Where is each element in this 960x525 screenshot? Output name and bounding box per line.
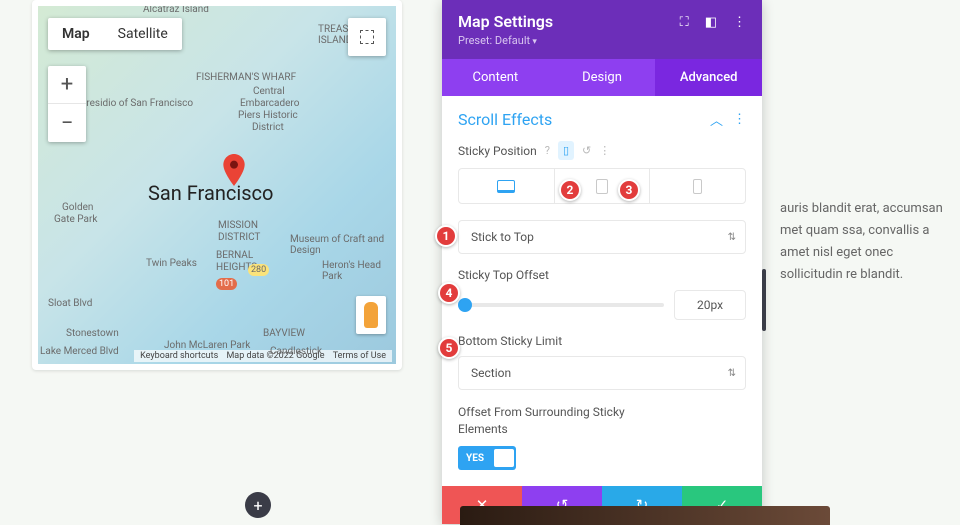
- offset-surrounding-label: Offset From Surrounding Sticky Elements: [458, 404, 628, 438]
- map-attribution: Keyboard shortcuts Map data ©2022 Google…: [134, 350, 392, 362]
- section-menu-icon[interactable]: ⋮: [733, 112, 746, 127]
- poi-bernal1: BERNAL: [216, 250, 253, 261]
- desktop-icon: [497, 180, 515, 193]
- poi-candle: Candlestick: [270, 346, 322, 357]
- help-icon[interactable]: ?: [545, 144, 550, 157]
- callout-3: 3: [618, 179, 640, 201]
- poi-fisherman: FISHERMAN'S WHARF: [196, 72, 296, 83]
- snap-icon[interactable]: ◧: [705, 15, 717, 30]
- zoom-controls: + −: [48, 66, 86, 142]
- bottom-limit-value: Section: [471, 366, 511, 380]
- poi-route280: 280: [248, 264, 269, 276]
- sticky-top-offset-label: Sticky Top Offset: [458, 268, 746, 282]
- poi-mclaren: John McLaren Park: [164, 340, 250, 351]
- map-canvas[interactable]: Map Satellite + − Alcatraz Island TREASU…: [38, 6, 396, 364]
- attr-keyboard[interactable]: Keyboard shortcuts: [140, 351, 218, 361]
- panel-body: Scroll Effects ︿ ⋮ Sticky Position ? ▯ ↺…: [442, 96, 762, 486]
- tab-content[interactable]: Content: [442, 59, 549, 96]
- poi-embarcadero1: Central: [253, 86, 285, 97]
- panel-tabs: Content Design Advanced: [442, 59, 762, 96]
- bottom-limit-label: Bottom Sticky Limit: [458, 334, 746, 348]
- reset-icon[interactable]: ↺: [582, 144, 591, 157]
- toggle-yes-label: YES: [460, 453, 490, 464]
- slider-thumb[interactable]: [458, 298, 472, 312]
- poi-piers1: Piers Historic: [238, 110, 298, 121]
- stick-to-select[interactable]: Stick to Top: [458, 220, 746, 254]
- attr-terms[interactable]: Terms of Use: [333, 351, 386, 361]
- poi-bayview: BAYVIEW: [263, 328, 305, 339]
- stick-to-value: Stick to Top: [471, 230, 534, 244]
- poi-alcatraz: Alcatraz Island: [143, 6, 209, 15]
- map-type-map[interactable]: Map: [48, 18, 104, 50]
- poi-sloat: Sloat Blvd: [48, 298, 92, 309]
- offset-surrounding-toggle[interactable]: YES: [458, 446, 516, 470]
- phone-icon: [693, 179, 702, 194]
- sticky-offset-slider[interactable]: [458, 303, 664, 307]
- poi-piers2: District: [252, 122, 284, 133]
- tab-design[interactable]: Design: [549, 59, 656, 96]
- section-title[interactable]: Scroll Effects: [458, 110, 552, 129]
- poi-stonestown: Stonestown: [66, 328, 119, 339]
- poi-golden2: Gate Park: [54, 214, 97, 225]
- poi-embarcadero2: Embarcadero: [240, 98, 299, 109]
- map-module: Map Satellite + − Alcatraz Island TREASU…: [32, 0, 402, 370]
- scroll-indicator[interactable]: [762, 269, 766, 331]
- zoom-out-button[interactable]: −: [48, 104, 86, 142]
- toggle-knob: [494, 449, 514, 467]
- option-menu-icon[interactable]: ⋮: [599, 144, 610, 157]
- panel-title: Map Settings: [458, 12, 553, 31]
- panel-preset[interactable]: Preset: Default: [458, 34, 553, 47]
- image-module: [460, 506, 830, 525]
- device-phone[interactable]: [650, 169, 745, 203]
- device-desktop[interactable]: [459, 169, 555, 203]
- fullscreen-icon: [360, 30, 374, 44]
- menu-icon[interactable]: ⋮: [733, 15, 746, 30]
- device-selector: [458, 168, 746, 204]
- poi-museum: Museum of Craft and Design: [290, 234, 396, 256]
- sticky-offset-value[interactable]: 20px: [674, 290, 746, 320]
- map-type-satellite[interactable]: Satellite: [104, 18, 182, 50]
- tab-advanced[interactable]: Advanced: [655, 59, 762, 96]
- sticky-position-label: Sticky Position: [458, 144, 537, 158]
- phone-hover-icon[interactable]: ▯: [558, 141, 574, 160]
- map-type-switch: Map Satellite: [48, 18, 182, 50]
- tablet-icon: [596, 179, 608, 194]
- callout-1: 1: [435, 225, 457, 247]
- pegman-button[interactable]: [356, 296, 386, 334]
- bottom-limit-select[interactable]: Section: [458, 356, 746, 390]
- poi-lake: Lake Merced Blvd: [40, 346, 119, 357]
- panel-header: Map Settings Preset: Default ⛶ ◧ ⋮: [442, 0, 762, 59]
- poi-twin: Twin Peaks: [146, 258, 197, 269]
- callout-4: 4: [438, 282, 460, 304]
- add-module-button[interactable]: +: [245, 492, 271, 518]
- callout-5: 5: [438, 337, 460, 359]
- collapse-icon[interactable]: ︿: [710, 110, 723, 129]
- poi-presidio: Presidio of San Francisco: [80, 98, 193, 109]
- poi-heron: Heron's Head Park: [322, 260, 396, 282]
- city-label: San Francisco: [148, 181, 273, 205]
- poi-route101: 101: [216, 278, 237, 290]
- expand-icon[interactable]: ⛶: [680, 15, 689, 30]
- poi-golden1: Golden: [62, 202, 93, 213]
- poi-mission1: MISSION: [218, 220, 258, 231]
- pegman-icon: [364, 302, 378, 328]
- lorem-text: auris blandit erat, accumsan met quam ss…: [780, 198, 950, 286]
- fullscreen-button[interactable]: [348, 18, 386, 56]
- settings-panel: Map Settings Preset: Default ⛶ ◧ ⋮ Conte…: [442, 0, 762, 524]
- callout-2: 2: [559, 179, 581, 201]
- zoom-in-button[interactable]: +: [48, 66, 86, 104]
- poi-mission2: DISTRICT: [218, 232, 260, 243]
